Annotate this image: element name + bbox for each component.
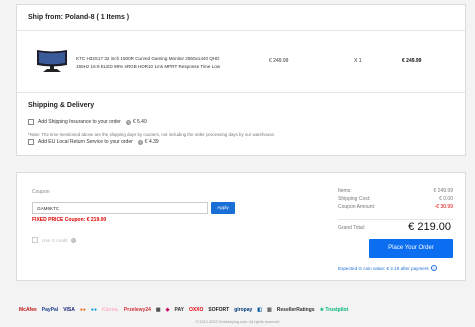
giropay-logo: giropay: [234, 307, 253, 313]
product-total: € 249.99: [402, 58, 422, 64]
shipping-delivery-title: Shipping & Delivery: [28, 102, 95, 109]
mastercard-logo: ●●: [79, 307, 86, 313]
apply-coupon-button[interactable]: Apply: [211, 202, 235, 214]
product-name[interactable]: KTC H32S17 32 inch 1500R Curved Gaming M…: [76, 55, 266, 71]
insurance-price: € 5.49: [132, 119, 147, 125]
paypal-logo: PayPal: [41, 307, 59, 313]
items-value: € 249.99: [433, 188, 453, 194]
return-service-option[interactable]: Add EU Local Return Service to your orde…: [28, 139, 159, 145]
shipping-cost-value: € 0.00: [439, 196, 453, 202]
product-price: € 249.99: [269, 58, 289, 64]
items-label: Items:: [338, 188, 352, 194]
ideal-logo: ◆: [165, 307, 170, 313]
grand-total-value: € 219.00: [408, 221, 451, 233]
insurance-checkbox[interactable]: [28, 119, 34, 125]
resellerratings-logo: ResellerRatings: [276, 307, 315, 313]
shipping-cost-label: Shipping Cost:: [338, 196, 371, 202]
items-summary-row: Items: € 249.99: [338, 188, 453, 194]
product-image[interactable]: [35, 48, 69, 73]
expected-coin-value: Expected G coin value: € 2.19 after paym…: [338, 265, 439, 271]
coupon-input[interactable]: GAM6KTC: [32, 202, 208, 214]
trustpilot-logo: ★ Trustpilot: [319, 307, 349, 313]
help-icon[interactable]: ?: [430, 265, 437, 271]
oxxo-logo: OXXO: [188, 307, 204, 313]
use-credit-option[interactable]: Use G credit ?: [32, 237, 78, 243]
help-icon[interactable]: ?: [70, 237, 76, 243]
payment-methods-footer: McAfee PayPal VISA ●● ●● Klarna. Przelewy24 ▦ ◆ P…: [0, 294, 475, 327]
fixed-price-coupon-text: FIXED PRICE Coupon: € 219.00: [32, 217, 107, 223]
shipping-card: Ship from: Poland-8 ( 1 Items ) KTC H32S…: [16, 4, 466, 156]
przelewy-logo: Przelewy24: [123, 307, 151, 313]
product-name-line1[interactable]: KTC H32S17 32 inch 1500R Curved Gaming M…: [76, 56, 220, 61]
copyright-text: © 2012-2023 Geekbuying.com. All rights r…: [195, 320, 280, 324]
ship-from-header: Ship from: Poland-8 ( 1 Items ): [17, 5, 465, 31]
product-name-line2[interactable]: 165Hz 16:9 ELED 99% sRGB HDR10 1ms MPRT …: [76, 64, 220, 69]
product-quantity: X 1: [354, 58, 362, 64]
expected-coin-text: Expected G coin value: € 2.19 after paym…: [338, 265, 429, 271]
coupon-label: Coupon: [32, 189, 50, 195]
coupon-amount-value: -€ 30.99: [434, 204, 453, 210]
return-service-label[interactable]: Add EU Local Return Service to your orde…: [38, 139, 133, 145]
sofort-logo: SOFORT: [208, 307, 230, 313]
mcafee-logo: McAfee: [19, 307, 37, 313]
coupon-amount-row: Coupon Amount: -€ 30.99: [338, 204, 453, 210]
insurance-label[interactable]: Add Shipping Insurance to your order: [38, 119, 121, 125]
use-credit-label[interactable]: Use G credit: [42, 238, 68, 243]
shipping-cost-row: Shipping Cost: € 0.00: [338, 196, 453, 202]
order-summary-card: Coupon GAM6KTC Apply FIXED PRICE Coupon:…: [16, 172, 466, 281]
shipping-note: *Note: The time mentioned above are the …: [28, 132, 276, 137]
payment-logos: McAfee PayPal VISA ●● ●● Klarna. Przelewy24 ▦ ◆ P…: [18, 304, 466, 316]
visa-logo: VISA: [63, 307, 75, 313]
return-service-price: € 4.39: [144, 139, 159, 145]
boleto-logo: ▥: [267, 307, 272, 313]
return-service-checkbox[interactable]: [28, 139, 34, 145]
maestro-logo: ●●: [90, 307, 97, 313]
summary-divider: [338, 219, 453, 220]
place-order-button[interactable]: Place Your Order: [369, 239, 453, 258]
shipping-insurance-option[interactable]: Add Shipping Insurance to your order ? €…: [28, 119, 147, 125]
bank-logo: ▦: [155, 307, 161, 313]
use-credit-checkbox[interactable]: [32, 237, 38, 243]
bancontact-logo: ◧: [257, 307, 263, 313]
grand-total-label: Grand Total:: [338, 225, 366, 231]
help-icon[interactable]: ?: [125, 119, 131, 125]
klarna-logo: Klarna.: [101, 307, 119, 313]
cart-item-row: KTC H32S17 32 inch 1500R Curved Gaming M…: [17, 31, 465, 93]
help-icon[interactable]: ?: [137, 139, 143, 145]
coupon-amount-label: Coupon Amount:: [338, 204, 376, 210]
pay-logo: PAY: [174, 307, 184, 313]
